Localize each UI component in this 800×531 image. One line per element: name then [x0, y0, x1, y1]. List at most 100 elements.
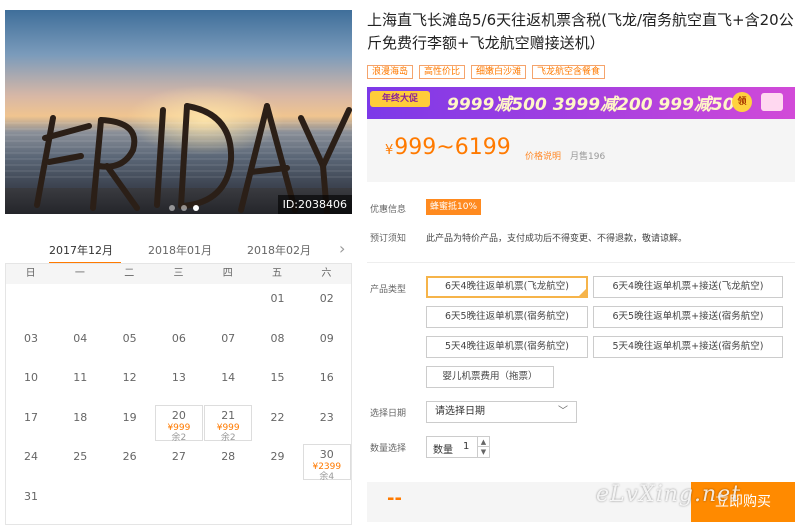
- date-select[interactable]: 请选择日期 ﹀: [426, 401, 577, 423]
- day-number: 15: [270, 371, 285, 384]
- product-type-option[interactable]: 6天5晚往返单机票+接送(宿务航空): [593, 306, 783, 328]
- day-number: 08: [270, 331, 285, 345]
- day-stock: 余2: [220, 432, 236, 443]
- calendar-day: 13: [155, 365, 203, 401]
- promo-badge: 年终大促: [370, 91, 430, 107]
- day-number: 28: [221, 450, 236, 463]
- product-type-label: 产品类型: [370, 285, 407, 295]
- chevron-right-icon[interactable]: ›: [339, 239, 353, 258]
- product-type-option[interactable]: 6天4晚往返单机票(飞龙航空): [426, 276, 588, 298]
- day-number: 03: [24, 331, 38, 345]
- coupon-coin-icon[interactable]: 领: [732, 92, 752, 112]
- calendar-day: 08: [254, 326, 302, 362]
- discount-badge: 蜂蜜抵10%: [426, 199, 482, 215]
- day-number: 20: [171, 408, 186, 422]
- increment-icon[interactable]: ▲: [477, 437, 489, 447]
- month-tab-2018-01[interactable]: 2018年01月: [148, 242, 212, 258]
- calendar-day: 19: [106, 405, 154, 441]
- calendar-month-tabs: 2017年12月 2018年01月 2018年02月 ›: [5, 236, 352, 264]
- calendar-day: 24: [7, 444, 55, 480]
- calendar-day: 15: [254, 365, 302, 401]
- month-tab-2017-12[interactable]: 2017年12月: [49, 242, 113, 258]
- day-number: 29: [270, 450, 285, 463]
- day-number: 22: [270, 410, 285, 424]
- day-stock: 余4: [319, 472, 335, 482]
- product-type-option[interactable]: 6天4晚往返单机票+接送(飞龙航空): [593, 276, 783, 298]
- tag-item: 飞龙航空含餐食: [532, 65, 606, 79]
- calendar-day: 31: [7, 484, 55, 520]
- product-type-option[interactable]: 5天4晚往返单机票+接送(宿务航空): [593, 336, 783, 358]
- monthly-sales: 月售196: [570, 152, 606, 162]
- carousel-dot[interactable]: [181, 205, 187, 211]
- calendar-day: 28: [204, 444, 252, 480]
- calendar-day: 07: [204, 326, 252, 362]
- price-explanation-link[interactable]: 价格说明: [525, 149, 561, 162]
- calendar-day: 12: [106, 365, 154, 401]
- quantity-stepper[interactable]: 数量 1 ▲ ▼: [426, 436, 490, 458]
- day-number: 30: [319, 448, 334, 461]
- image-id-label: ID:2038406: [277, 195, 352, 214]
- calendar-day-available[interactable]: 30 ¥2399 余4: [302, 444, 351, 482]
- day-number: 21: [221, 408, 236, 422]
- product-tags: 浪漫海岛 高性价比 细嫩白沙滩 飞龙航空含餐食: [367, 65, 606, 79]
- calendar-day: 01: [254, 286, 302, 322]
- day-number: 10: [24, 371, 38, 384]
- day-number: 31: [24, 489, 38, 503]
- decrement-icon[interactable]: ▼: [477, 447, 489, 457]
- product-title: 上海直飞长滩岛5/6天往返机票含税(飞龙/宿务航空直飞+含20公斤免费行李额+飞…: [367, 11, 794, 52]
- calendar-day: 05: [106, 326, 154, 362]
- day-number: 19: [122, 410, 137, 424]
- notice-label: 预订须知: [370, 234, 407, 244]
- gift-box-icon: [761, 93, 783, 111]
- weekday-label: 日: [25, 268, 36, 279]
- calendar-day: 11: [56, 365, 104, 401]
- carousel-dots[interactable]: [169, 205, 199, 211]
- day-number: 24: [24, 450, 38, 463]
- day-number: 17: [24, 410, 38, 424]
- chevron-down-icon: ﹀: [558, 406, 568, 417]
- weekday-label: 四: [222, 268, 233, 279]
- product-type-option[interactable]: 5天4晚往返单机票(宿务航空): [426, 336, 588, 358]
- carousel-dot[interactable]: [193, 205, 199, 211]
- weekday-label: 二: [124, 268, 135, 279]
- calendar-day-available[interactable]: 20 ¥999 余2: [154, 404, 203, 443]
- day-number: 07: [221, 331, 236, 345]
- quantity-label: 数量选择: [370, 444, 407, 454]
- calendar-day: 16: [303, 365, 351, 401]
- day-number: 18: [73, 410, 88, 424]
- product-type-option[interactable]: 婴儿机票费用（拖票）: [426, 366, 554, 388]
- calendar-grid: 日 一 二 三 四 五 六 01 02 03 04 05 06 07 08 09 10 11 12 13 14 15 16…: [5, 263, 352, 525]
- date-label: 选择日期: [370, 409, 407, 419]
- price-box: ¥999~6199 价格说明 月售196: [367, 119, 795, 182]
- carousel-dot[interactable]: [169, 205, 175, 211]
- day-number: 12: [122, 371, 137, 384]
- day-number: 13: [171, 371, 186, 384]
- day-number: 16: [319, 371, 334, 384]
- day-number: 01: [270, 292, 285, 305]
- quantity-value[interactable]: 1: [463, 441, 469, 452]
- weekday-label: 五: [272, 268, 283, 279]
- discount-label: 优惠信息: [370, 205, 407, 215]
- product-hero-image[interactable]: ID:2038406: [5, 10, 352, 214]
- calendar-day: 03: [7, 326, 55, 362]
- divider: [367, 262, 795, 263]
- calendar-day: 14: [204, 365, 252, 401]
- day-price: ¥999: [216, 422, 240, 433]
- driftwood-word-artwork: [34, 103, 352, 214]
- product-type-option[interactable]: 6天5晚往返单机票(宿务航空): [426, 306, 588, 328]
- weekday-label: 三: [173, 268, 184, 279]
- calendar-day: 29: [254, 444, 302, 480]
- month-tab-2018-02[interactable]: 2018年02月: [247, 242, 311, 258]
- calendar-day-available[interactable]: 21 ¥999 余2: [204, 404, 253, 443]
- calendar-day: 22: [254, 405, 302, 441]
- weekday-header: 日一二三四五六: [6, 264, 351, 284]
- promo-banner[interactable]: 年终大促 9999减500 3999减200 999减50 领: [367, 87, 795, 119]
- day-number: 05: [122, 331, 137, 345]
- calendar-day: 27: [155, 444, 203, 480]
- day-number: 11: [73, 371, 88, 384]
- day-number: 14: [221, 371, 236, 384]
- calendar-day: 06: [155, 326, 203, 362]
- price-range: ¥999~6199: [385, 135, 511, 160]
- day-stock: 余2: [171, 432, 187, 443]
- day-number: 04: [73, 331, 88, 345]
